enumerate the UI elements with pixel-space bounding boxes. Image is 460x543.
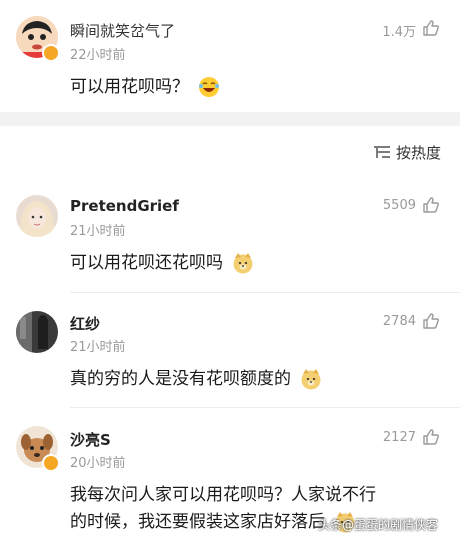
comment-author-name[interactable]: 沙亮S <box>70 429 111 450</box>
thumbs-up-icon[interactable] <box>422 196 440 214</box>
section-divider <box>0 112 460 126</box>
post-like-count: 1.4万 <box>382 25 416 40</box>
comment-avatar[interactable] <box>16 195 58 237</box>
watermark: 头条@蛋蛋的剧情侠客 <box>318 518 439 532</box>
verified-badge-icon <box>42 454 60 472</box>
comment-like-count: 5509 <box>382 198 416 213</box>
thumbs-up-icon[interactable] <box>422 312 440 330</box>
sort-label: 按热度 <box>396 144 442 162</box>
verified-badge-icon <box>42 44 60 62</box>
divider <box>70 407 460 408</box>
comment-author-name[interactable]: PretendGrief <box>70 197 179 215</box>
post-author-name[interactable]: 瞬间就笑岔气了 <box>70 20 175 41</box>
doge-emoji <box>301 369 321 390</box>
comment-text: 可以用花呗还花呗吗 <box>70 250 254 277</box>
thumbs-up-icon[interactable] <box>422 428 440 446</box>
original-post: 瞬间就笑岔气了 22小时前 1.4万 可以用花呗吗？ <box>0 0 460 112</box>
comment-like-count: 2127 <box>382 430 416 445</box>
thumbs-up-icon[interactable] <box>422 19 440 37</box>
comment-text-line: 的时候，我还要假装这家店好落后 <box>70 512 325 532</box>
comment-time: 21小时前 <box>70 340 126 355</box>
comment-like-count: 2784 <box>382 314 416 329</box>
post-text-content: 可以用花呗吗？ <box>70 77 189 97</box>
laugh-emoji <box>199 77 220 97</box>
comment-text-content: 真的穷的人是没有花呗额度的 <box>70 369 291 389</box>
sort-icon[interactable] <box>373 145 391 159</box>
comment-time: 20小时前 <box>70 456 126 471</box>
comment-time: 21小时前 <box>70 224 126 239</box>
sort-by-hot-button[interactable]: 按热度 <box>396 142 441 163</box>
comment-text-content: 可以用花呗还花呗吗 <box>70 253 223 273</box>
comment-author-name[interactable]: 红纱 <box>70 313 100 334</box>
divider <box>70 292 460 293</box>
post-text: 可以用花呗吗？ <box>70 74 220 101</box>
post-time: 22小时前 <box>70 48 126 63</box>
comment-text: 真的穷的人是没有花呗额度的 <box>70 366 322 393</box>
comment-avatar[interactable] <box>16 311 58 353</box>
comment-text-line: 我每次问人家可以用花呗吗？人家说不行 <box>70 485 376 505</box>
doge-emoji <box>233 253 253 274</box>
